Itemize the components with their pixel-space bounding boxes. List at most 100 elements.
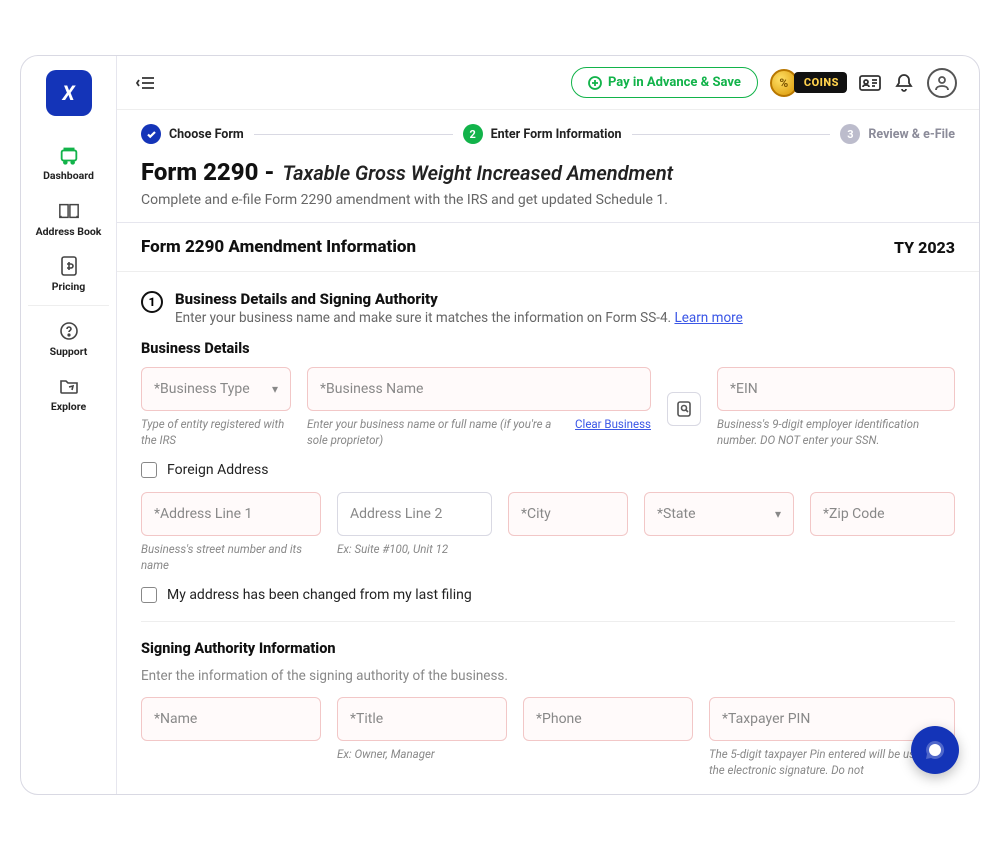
tax-year-badge: TY 2023 — [894, 238, 955, 257]
card-body: 1 Business Details and Signing Authority… — [117, 272, 979, 794]
main-area: Pay in Advance & Save % COINS Choo — [117, 56, 979, 794]
sidebar-item-address-book[interactable]: Address Book — [21, 190, 116, 246]
id-card-icon[interactable] — [859, 72, 881, 94]
sidebar-item-support[interactable]: Support — [21, 310, 116, 366]
pay-button-label: Pay in Advance & Save — [608, 75, 741, 90]
form-card: Form 2290 Amendment Information TY 2023 … — [117, 222, 979, 794]
step-label: Enter Form Information — [491, 127, 622, 142]
sidebar-item-label: Pricing — [52, 281, 86, 293]
section-subtitle-text: Enter your business name and make sure i… — [175, 310, 671, 326]
clear-business-link[interactable]: Clear Business — [575, 417, 651, 431]
business-lookup-button[interactable] — [667, 392, 701, 426]
step-review-efile[interactable]: 3 Review & e-File — [840, 124, 955, 144]
topbar: Pay in Advance & Save % COINS — [117, 56, 979, 110]
placeholder: *Taxpayer PIN — [722, 711, 810, 727]
placeholder: *State — [657, 506, 696, 522]
sidebar-item-label: Explore — [51, 401, 86, 413]
step-number: 3 — [840, 124, 860, 144]
business-name-input[interactable]: *Business Name — [307, 367, 651, 411]
pricing-icon — [58, 255, 80, 277]
coins-label: COINS — [794, 72, 847, 93]
step-connector — [254, 134, 453, 135]
placeholder: *Business Name — [320, 381, 423, 397]
signing-authority-heading: Signing Authority Information — [141, 640, 955, 657]
progress-stepper: Choose Form 2 Enter Form Information 3 R… — [117, 110, 979, 154]
placeholder: *Phone — [536, 711, 582, 727]
section-1-header: 1 Business Details and Signing Authority… — [141, 290, 955, 326]
plus-circle-icon — [588, 76, 602, 90]
page-title-main: Form 2290 - — [141, 158, 275, 186]
support-icon — [58, 320, 80, 342]
signer-phone-input[interactable]: *Phone — [523, 697, 693, 741]
chat-fab[interactable] — [911, 726, 959, 774]
placeholder: *Address Line 1 — [154, 506, 252, 522]
step-number: 2 — [463, 124, 483, 144]
sidebar-item-label: Address Book — [36, 226, 102, 238]
chevron-down-icon: ▾ — [775, 507, 781, 521]
zip-code-input[interactable]: *Zip Code — [810, 492, 955, 536]
section-subtitle: Enter your business name and make sure i… — [175, 310, 743, 326]
dashboard-icon — [58, 144, 80, 166]
chevron-down-icon: ▾ — [272, 382, 278, 396]
business-type-select[interactable]: *Business Type ▾ — [141, 367, 291, 411]
card-title: Form 2290 Amendment Information — [141, 237, 416, 257]
sidebar-separator — [28, 305, 110, 306]
check-icon — [141, 124, 161, 144]
card-header: Form 2290 Amendment Information TY 2023 — [117, 223, 979, 272]
business-type-hint: Type of entity registered with the IRS — [141, 417, 291, 448]
placeholder: *Zip Code — [823, 506, 885, 522]
sidebar-item-dashboard[interactable]: Dashboard — [21, 134, 116, 190]
address-line-2-input[interactable]: Address Line 2 — [337, 492, 492, 536]
sidebar-item-label: Support — [50, 346, 88, 358]
address-line-2-hint: Ex: Suite #100, Unit 12 — [337, 542, 492, 558]
page-description: Complete and e-file Form 2290 amendment … — [141, 192, 955, 208]
business-name-hint: Enter your business name or full name (i… — [307, 417, 569, 448]
signing-authority-sub: Enter the information of the signing aut… — [141, 667, 955, 685]
address-changed-label: My address has been changed from my last… — [167, 587, 472, 603]
business-details-heading: Business Details — [141, 340, 955, 357]
foreign-address-label: Foreign Address — [167, 462, 269, 478]
app-frame: X Dashboard Address Book Pricing Suppor — [20, 55, 980, 795]
step-label: Choose Form — [169, 127, 244, 142]
step-label: Review & e-File — [868, 127, 955, 142]
placeholder: *Business Type — [154, 381, 250, 397]
placeholder: *City — [521, 506, 551, 522]
page-header: Form 2290 - Taxable Gross Weight Increas… — [117, 154, 979, 222]
address-changed-checkbox[interactable] — [141, 587, 157, 603]
placeholder: *Name — [154, 711, 197, 727]
ein-input[interactable]: *EIN — [717, 367, 955, 411]
bell-icon[interactable] — [893, 72, 915, 94]
explore-icon — [58, 375, 80, 397]
address-line-1-hint: Business's street number and its name — [141, 542, 321, 573]
step-choose-form[interactable]: Choose Form — [141, 124, 244, 144]
city-input[interactable]: *City — [508, 492, 628, 536]
sidebar: X Dashboard Address Book Pricing Suppor — [21, 56, 117, 794]
state-select[interactable]: *State ▾ — [644, 492, 794, 536]
ein-hint: Business's 9-digit employer identificati… — [717, 417, 955, 448]
signer-title-hint: Ex: Owner, Manager — [337, 747, 507, 763]
page-title-sub: Taxable Gross Weight Increased Amendment — [283, 161, 674, 185]
page-title: Form 2290 - Taxable Gross Weight Increas… — [141, 158, 955, 186]
coins-badge[interactable]: % COINS — [770, 69, 847, 97]
foreign-address-checkbox[interactable] — [141, 462, 157, 478]
section-number: 1 — [141, 291, 163, 313]
step-enter-info[interactable]: 2 Enter Form Information — [463, 124, 622, 144]
section-divider — [141, 621, 955, 622]
placeholder: Address Line 2 — [350, 506, 442, 522]
pay-in-advance-button[interactable]: Pay in Advance & Save — [571, 67, 758, 98]
app-logo[interactable]: X — [46, 70, 92, 116]
signer-name-input[interactable]: *Name — [141, 697, 321, 741]
placeholder: *Title — [350, 711, 383, 727]
address-line-1-input[interactable]: *Address Line 1 — [141, 492, 321, 536]
learn-more-link[interactable]: Learn more — [674, 310, 742, 326]
sidebar-collapse-button[interactable] — [131, 68, 161, 98]
address-book-icon — [58, 200, 80, 222]
sidebar-item-explore[interactable]: Explore — [21, 365, 116, 421]
step-connector — [632, 134, 831, 135]
sidebar-item-pricing[interactable]: Pricing — [21, 245, 116, 301]
sidebar-item-label: Dashboard — [43, 170, 94, 182]
section-title: Business Details and Signing Authority — [175, 290, 743, 308]
user-avatar[interactable] — [927, 68, 957, 98]
placeholder: *EIN — [730, 381, 758, 397]
signer-title-input[interactable]: *Title — [337, 697, 507, 741]
